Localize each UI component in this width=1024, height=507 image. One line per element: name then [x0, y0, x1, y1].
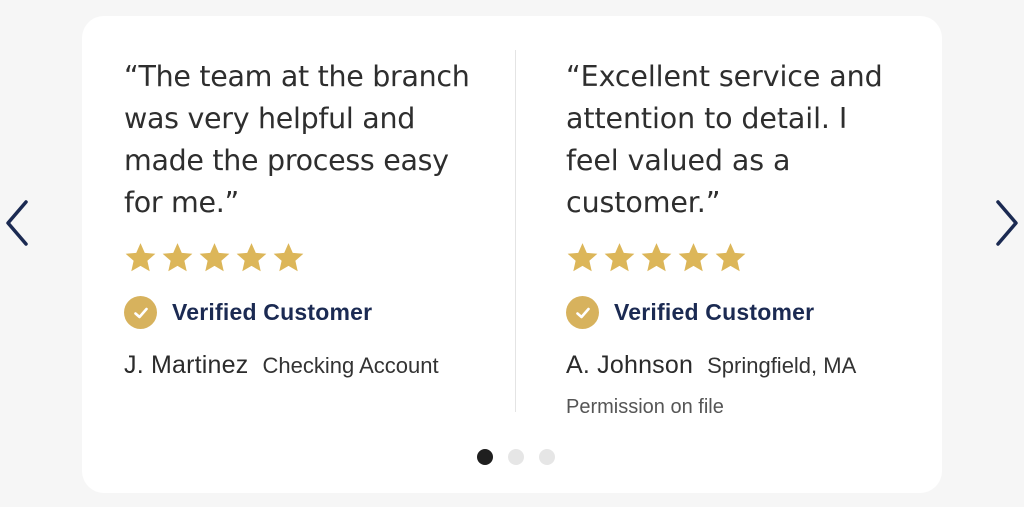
review-author: J. Martinez Checking Account: [124, 351, 494, 380]
star-icon: [125, 242, 156, 271]
chevron-left-icon: [6, 200, 28, 246]
star-icon: [715, 242, 746, 271]
star-icon: [236, 242, 267, 271]
testimonial-carousel: “The team at the branch was very helpful…: [0, 0, 1024, 507]
author-detail: Checking Account: [262, 353, 439, 378]
star-icon: [678, 242, 709, 271]
author-detail: Springfield, MA: [707, 353, 857, 378]
star-icon: [273, 242, 304, 271]
next-button[interactable]: [992, 198, 1022, 248]
chevron-right-icon: [996, 200, 1018, 246]
star-rating: [566, 240, 906, 274]
review-author: A. Johnson Springfield, MA: [566, 351, 906, 380]
star-icon: [604, 242, 635, 271]
checkmark-icon: [124, 296, 157, 329]
star-icon: [162, 242, 193, 271]
verified-badge: Verified Customer: [566, 296, 906, 329]
star-icon: [567, 242, 598, 271]
review-divider: [515, 50, 516, 412]
pagination-dot-3[interactable]: [539, 449, 555, 465]
review-quote: “The team at the branch was very helpful…: [124, 60, 470, 219]
review-quote: “Excellent service and attention to deta…: [566, 60, 883, 219]
verified-label: Verified Customer: [614, 299, 815, 325]
author-name: A. Johnson: [566, 351, 694, 379]
author-name: J. Martinez: [124, 351, 249, 379]
star-icon: [199, 242, 230, 271]
carousel-pagination: [477, 449, 555, 465]
star-icon: [641, 242, 672, 271]
star-rating: [124, 240, 494, 274]
pagination-dot-2[interactable]: [508, 449, 524, 465]
checkmark-icon: [566, 296, 599, 329]
verified-badge: Verified Customer: [124, 296, 494, 329]
verified-label: Verified Customer: [172, 299, 373, 325]
reviews-card: “The team at the branch was very helpful…: [82, 16, 942, 493]
review-card: “The team at the branch was very helpful…: [124, 56, 494, 380]
review-card: “Excellent service and attention to deta…: [566, 56, 906, 419]
permission-note: Permission on file: [566, 396, 724, 418]
previous-button[interactable]: [2, 198, 32, 248]
pagination-dot-1[interactable]: [477, 449, 493, 465]
